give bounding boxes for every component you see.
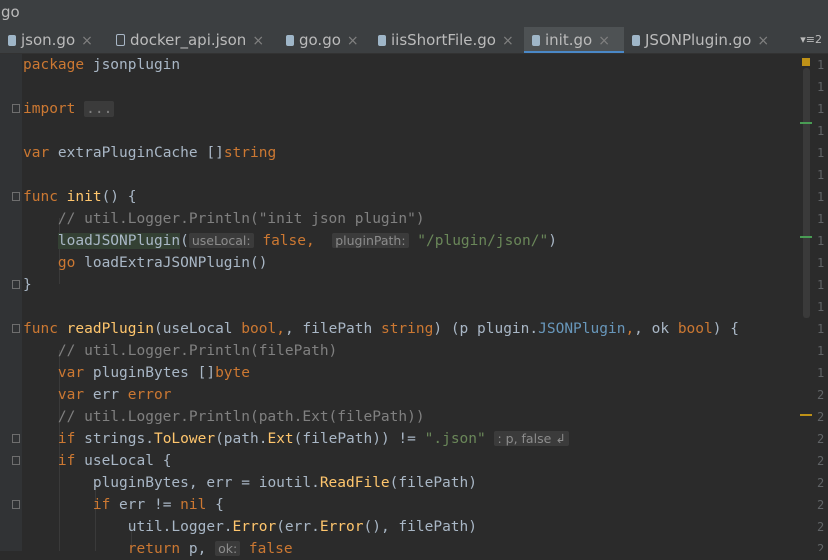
parameter-hint: useLocal: — [188, 233, 254, 248]
change-marker[interactable] — [800, 122, 812, 124]
code-line: go loadExtraJSONPlugin() — [57, 255, 268, 271]
tab-label: json.go — [21, 31, 76, 49]
tab-label: iisShortFile.go — [391, 31, 496, 49]
go-file-icon — [632, 35, 640, 46]
window-title: go — [1, 3, 20, 21]
code-line: pluginBytes, err = ioutil.ReadFile(fileP… — [92, 475, 477, 491]
highlighted-identifier: loadJSONPlugin — [57, 233, 181, 249]
parameter-hint: ok: — [215, 541, 241, 556]
code-line: func readPlugin(useLocal bool,, filePath… — [23, 321, 739, 337]
warning-status-icon[interactable] — [802, 58, 810, 66]
code-line: loadJSONPlugin(useLocal: false, pluginPa… — [57, 233, 557, 249]
go-file-icon — [378, 35, 386, 46]
go-file-icon — [8, 35, 16, 46]
code-line: if useLocal { — [57, 453, 172, 469]
warning-marker[interactable] — [800, 414, 812, 416]
code-line: util.Logger.Error(err.Error(), filePath) — [127, 519, 477, 535]
json-file-icon — [116, 34, 125, 46]
code-line: } — [23, 277, 32, 293]
tab-overflow-label: ≡2 — [805, 33, 822, 46]
code-line: var extraPluginCache []string — [23, 145, 277, 161]
tab-iis-short-file-go[interactable]: iisShortFile.go × — [370, 27, 524, 53]
code-editor[interactable]: package jsonplugin import ... var extraP… — [0, 54, 828, 557]
code-line: var err error — [57, 387, 172, 403]
code-line: // util.Logger.Println(path.Ext(filePath… — [57, 409, 425, 425]
close-icon[interactable]: × — [81, 33, 93, 49]
fold-marker-icon[interactable] — [12, 500, 20, 509]
window-title-bar: go — [0, 0, 828, 27]
code-line: import ... — [23, 101, 115, 117]
tab-init-go[interactable]: init.go × — [524, 27, 624, 53]
tab-docker-api-json[interactable]: docker_api.json × — [108, 27, 278, 53]
tab-label: docker_api.json — [130, 31, 247, 49]
folded-return-hint[interactable]: : p, false ↲ — [494, 431, 569, 446]
fold-marker-icon[interactable] — [12, 192, 20, 201]
close-icon[interactable]: × — [502, 33, 514, 49]
code-line: // util.Logger.Println(filePath) — [57, 343, 338, 359]
tab-label: JSONPlugin.go — [645, 31, 752, 49]
code-area[interactable]: package jsonplugin import ... var extraP… — [23, 54, 801, 557]
close-icon[interactable]: × — [598, 33, 610, 49]
tab-overflow-menu[interactable]: ▾≡2 — [800, 27, 822, 53]
fold-marker-icon[interactable] — [12, 104, 20, 113]
code-line: return p, ok: false — [127, 541, 293, 557]
code-line: // util.Logger.Println("init json plugin… — [57, 211, 425, 227]
fold-marker-icon[interactable] — [12, 324, 20, 333]
tab-json-plugin-go[interactable]: JSONPlugin.go × — [624, 27, 784, 53]
editor-gutter — [0, 54, 22, 551]
code-line: if err != nil { — [92, 497, 224, 513]
fold-marker-icon[interactable] — [12, 456, 20, 465]
code-line: func init() { — [23, 189, 137, 205]
collapsed-imports[interactable]: ... — [84, 101, 115, 117]
fold-marker-icon[interactable] — [12, 434, 20, 443]
go-file-icon — [286, 35, 294, 46]
tab-label: go.go — [299, 31, 341, 49]
close-icon[interactable]: × — [757, 33, 769, 49]
tab-go-go[interactable]: go.go × — [278, 27, 370, 53]
close-icon[interactable]: × — [347, 33, 359, 49]
parameter-hint: pluginPath: — [332, 233, 409, 248]
editor-tab-bar: json.go × docker_api.json × go.go × iisShor… — [0, 27, 828, 54]
close-icon[interactable]: × — [252, 33, 264, 49]
go-file-icon — [532, 35, 540, 46]
split-view-line-numbers: 1 1 1 1 1 1 1 1 1 1 1 1 1 1 1 2 2 2 2 2 … — [817, 58, 825, 551]
scrollbar-thumb[interactable] — [803, 68, 810, 318]
tab-json-go[interactable]: json.go × — [0, 27, 108, 53]
code-line: package jsonplugin — [23, 57, 181, 73]
code-line: var pluginBytes []byte — [57, 365, 250, 381]
tab-label: init.go — [545, 31, 593, 49]
fold-marker-icon[interactable] — [12, 280, 20, 289]
change-marker[interactable] — [800, 236, 812, 238]
code-line: if strings.ToLower(path.Ext(filePath)) !… — [23, 428, 569, 450]
